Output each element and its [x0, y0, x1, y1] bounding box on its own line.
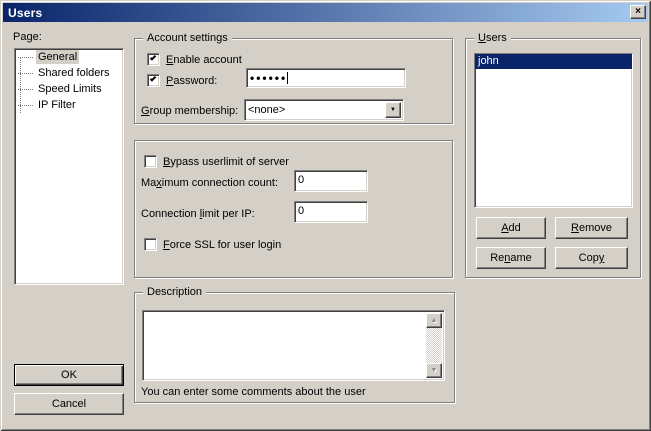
scroll-down-button[interactable]: ▼ [426, 363, 442, 378]
description-group: Description ▲ ▼ You can enter some comme… [134, 292, 455, 403]
tree-item-label: IP Filter [36, 98, 78, 112]
checkmark-icon [150, 54, 156, 60]
description-scrollbar[interactable]: ▲ ▼ [426, 313, 442, 378]
cancel-button-label: Cancel [52, 398, 86, 410]
cancel-button[interactable]: Cancel [14, 393, 124, 415]
connection-limit-per-ip-value: 0 [298, 205, 304, 217]
password-label[interactable]: Password: [166, 75, 217, 87]
connection-limit-per-ip-input[interactable]: 0 [294, 201, 368, 223]
close-icon: × [635, 7, 641, 17]
connection-limit-per-ip-label: Connection limit per IP: [141, 208, 255, 220]
password-masked-value: •••••• [250, 71, 287, 85]
close-button[interactable]: × [630, 5, 646, 19]
add-user-button-label: Add [501, 222, 521, 234]
remove-user-button-label: Remove [571, 222, 612, 234]
text-caret [287, 72, 288, 84]
remove-user-button[interactable]: Remove [555, 217, 628, 239]
password-input[interactable]: •••••• [246, 68, 406, 88]
description-title: Description [143, 285, 206, 299]
tree-branch-line [18, 57, 33, 58]
scroll-up-icon: ▲ [431, 317, 438, 324]
tree-branch-line [18, 73, 33, 74]
max-connection-count-input[interactable]: 0 [294, 170, 368, 192]
description-textarea[interactable]: ▲ ▼ [142, 310, 445, 381]
bypass-userlimit-checkbox[interactable] [144, 155, 157, 168]
users-group-title: Users [474, 31, 511, 45]
users-listbox[interactable]: john [474, 53, 633, 208]
force-ssl-checkbox[interactable] [144, 238, 157, 251]
bypass-userlimit-label[interactable]: Bypass userlimit of server [163, 156, 289, 168]
title-bar: Users × [3, 3, 648, 22]
rename-user-button[interactable]: Rename [476, 247, 546, 269]
ok-button[interactable]: OK [14, 364, 124, 386]
group-membership-select[interactable]: <none> ▼ [244, 99, 404, 121]
enable-account-checkbox[interactable] [147, 53, 160, 66]
force-ssl-label[interactable]: Force SSL for user login [163, 239, 281, 251]
add-user-button[interactable]: Add [476, 217, 546, 239]
scroll-up-button[interactable]: ▲ [426, 313, 442, 328]
rename-user-button-label: Rename [490, 252, 532, 264]
users-dialog: Users × Page: General Shared folders Spe… [0, 0, 651, 431]
connection-limits-group: Bypass userlimit of server Maximum conne… [134, 140, 453, 278]
chevron-down-icon: ▼ [390, 107, 396, 113]
group-membership-value: <none> [248, 103, 285, 117]
tree-item-ip-filter[interactable]: IP Filter [15, 97, 123, 113]
window-title: Users [8, 6, 42, 20]
max-connection-count-label: Maximum connection count: [141, 177, 278, 189]
copy-user-button-label: Copy [579, 252, 605, 264]
enable-account-label[interactable]: Enable account [166, 54, 242, 66]
max-connection-count-value: 0 [298, 174, 304, 186]
group-membership-label: Group membership: [141, 105, 238, 117]
dropdown-button[interactable]: ▼ [385, 102, 401, 118]
password-checkbox[interactable] [147, 74, 160, 87]
scroll-down-icon: ▼ [431, 367, 438, 374]
user-list-item[interactable]: john [475, 54, 632, 69]
copy-user-button[interactable]: Copy [555, 247, 628, 269]
users-group: Users john Add Remove Rename Copy [465, 38, 641, 278]
checkmark-icon [150, 75, 156, 81]
page-label: Page: [13, 31, 42, 43]
tree-item-shared-folders[interactable]: Shared folders [15, 65, 123, 81]
page-tree[interactable]: General Shared folders Speed Limits IP F… [14, 48, 124, 285]
ok-button-label: OK [61, 369, 77, 381]
tree-item-label: Speed Limits [36, 82, 104, 96]
tree-item-label: Shared folders [36, 66, 112, 80]
account-settings-group: Account settings Enable account Password… [134, 38, 453, 124]
tree-branch-line [18, 89, 33, 90]
tree-item-speed-limits[interactable]: Speed Limits [15, 81, 123, 97]
tree-item-general[interactable]: General [15, 49, 123, 65]
tree-item-label: General [36, 50, 79, 64]
account-settings-title: Account settings [143, 31, 232, 45]
tree-branch-line [18, 105, 33, 106]
description-caption: You can enter some comments about the us… [141, 386, 366, 398]
